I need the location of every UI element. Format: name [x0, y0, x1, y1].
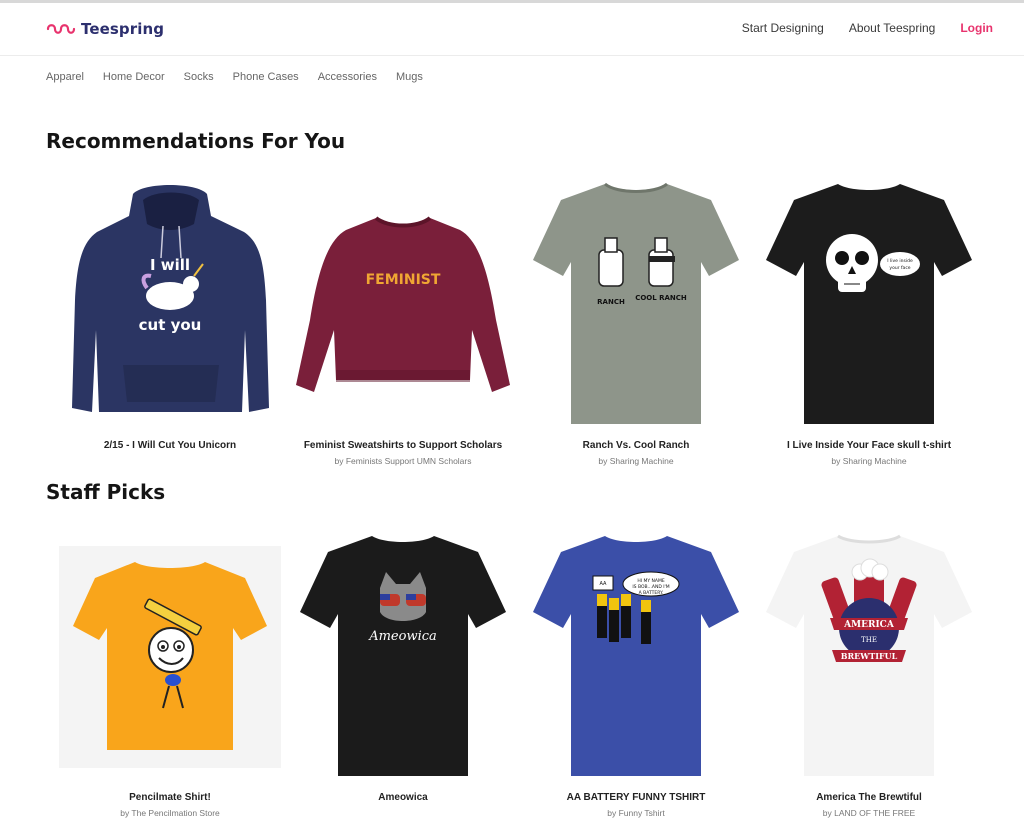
svg-text:A BATTERY.: A BATTERY. — [639, 590, 664, 596]
product-image-tshirt-gray[interactable]: RANCH COOL RANCH — [525, 180, 747, 430]
teespring-logo[interactable]: Teespring — [46, 20, 164, 38]
product-image-sweatshirt[interactable]: FEMINIST — [292, 180, 514, 430]
svg-text:FEMINIST: FEMINIST — [366, 272, 441, 288]
category-socks[interactable]: Socks — [184, 71, 214, 83]
product-card[interactable]: FEMINIST Feminist Sweatshirts to Support… — [292, 180, 514, 466]
svg-text:I live inside: I live inside — [887, 258, 913, 264]
product-seller[interactable]: by Funny Tshirt — [525, 808, 747, 818]
header-nav: Start Designing About Teespring Login — [742, 21, 993, 35]
svg-text:Ameowica: Ameowica — [368, 629, 437, 644]
svg-text:I will: I will — [150, 256, 190, 274]
category-phone-cases[interactable]: Phone Cases — [233, 71, 299, 83]
product-image-brewtiful[interactable]: AMERICA THE BREWTIFUL — [758, 532, 980, 782]
category-nav: Apparel Home Decor Socks Phone Cases Acc… — [46, 71, 423, 83]
product-seller[interactable]: by Sharing Machine — [525, 456, 747, 466]
product-title[interactable]: Ameowica — [292, 792, 514, 803]
product-card[interactable]: AMERICA THE BREWTIFUL America The Brewti… — [758, 532, 980, 818]
product-seller[interactable]: by Feminists Support UMN Scholars — [292, 456, 514, 466]
category-mugs[interactable]: Mugs — [396, 71, 423, 83]
recommendations-heading: Recommendations For You — [46, 129, 346, 153]
product-title[interactable]: Feminist Sweatshirts to Support Scholars — [292, 440, 514, 451]
svg-text:AA: AA — [600, 581, 608, 587]
product-image-ameowica[interactable]: Ameowica — [292, 532, 514, 782]
product-card[interactable]: I will cut you 2/15 - I Will Cut You Uni… — [59, 180, 281, 456]
about-teespring-link[interactable]: About Teespring — [849, 21, 936, 35]
product-card[interactable]: I live inside your face I Live Inside Yo… — [758, 180, 980, 466]
start-designing-link[interactable]: Start Designing — [742, 21, 824, 35]
svg-text:IS BOB...AND I'M: IS BOB...AND I'M — [632, 584, 669, 590]
product-title[interactable]: I Live Inside Your Face skull t-shirt — [758, 440, 980, 451]
svg-text:BREWTIFUL: BREWTIFUL — [841, 651, 898, 661]
svg-text:AMERICA: AMERICA — [843, 620, 895, 630]
product-title[interactable]: 2/15 - I Will Cut You Unicorn — [59, 440, 281, 451]
staff-picks-heading: Staff Picks — [46, 480, 166, 504]
product-seller[interactable]: by LAND OF THE FREE — [758, 808, 980, 818]
svg-text:RANCH: RANCH — [597, 298, 625, 306]
product-card[interactable]: Pencilmate Shirt! by The Pencilmation St… — [59, 532, 281, 818]
product-card[interactable]: Ameowica Ameowica — [292, 532, 514, 808]
svg-text:HI MY NAME: HI MY NAME — [637, 578, 665, 584]
product-image-pencilmate[interactable] — [59, 546, 281, 768]
teespring-logo-icon — [46, 24, 76, 34]
category-apparel[interactable]: Apparel — [46, 71, 84, 83]
svg-text:cut you: cut you — [139, 316, 202, 334]
product-card[interactable]: RANCH COOL RANCH Ranch Vs. Cool Ranch by… — [525, 180, 747, 466]
product-image-battery-tshirt[interactable]: AA HI MY NAME IS BOB...AND I'M A BATTERY… — [525, 532, 747, 782]
svg-text:your face: your face — [889, 265, 910, 271]
product-image-hoodie[interactable]: I will cut you — [59, 180, 281, 430]
product-image-tshirt-black[interactable]: I live inside your face — [758, 180, 980, 430]
product-title[interactable]: America The Brewtiful — [758, 792, 980, 803]
product-seller[interactable]: by The Pencilmation Store — [59, 808, 281, 818]
product-title[interactable]: Pencilmate Shirt! — [59, 792, 281, 803]
product-seller[interactable]: by Sharing Machine — [758, 456, 980, 466]
product-title[interactable]: AA BATTERY FUNNY TSHIRT — [525, 792, 747, 803]
brand-name: Teespring — [81, 20, 165, 38]
product-card[interactable]: AA HI MY NAME IS BOB...AND I'M A BATTERY… — [525, 532, 747, 818]
svg-text:COOL RANCH: COOL RANCH — [635, 294, 687, 302]
product-title[interactable]: Ranch Vs. Cool Ranch — [525, 440, 747, 451]
svg-text:THE: THE — [861, 636, 877, 644]
login-link[interactable]: Login — [960, 21, 993, 35]
top-navigation-bar: Teespring Start Designing About Teesprin… — [0, 3, 1024, 56]
category-home-decor[interactable]: Home Decor — [103, 71, 165, 83]
category-accessories[interactable]: Accessories — [318, 71, 377, 83]
